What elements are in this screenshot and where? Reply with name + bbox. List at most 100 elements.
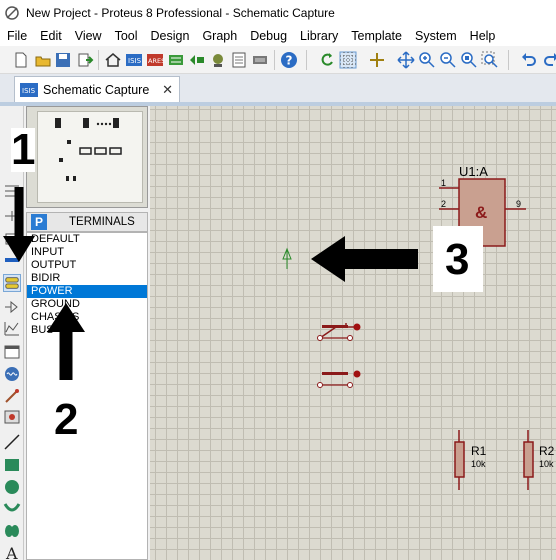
zoom-out-icon[interactable] bbox=[439, 51, 457, 69]
menu-bar: File Edit View Tool Design Graph Debug L… bbox=[0, 26, 556, 46]
overview-preview bbox=[37, 111, 143, 203]
pan-icon[interactable] bbox=[397, 51, 415, 69]
svg-text:A: A bbox=[5, 544, 18, 560]
title-bar: New Project - Proteus 8 Professional - S… bbox=[0, 0, 556, 26]
r2-ref: R2 bbox=[539, 444, 555, 458]
r2-value: 10k bbox=[539, 459, 554, 469]
toolbar: ISIS ARES ? bbox=[0, 46, 556, 74]
gate-pin-9: 9 bbox=[516, 199, 521, 209]
zoom-in-icon[interactable] bbox=[418, 51, 436, 69]
annotation-number-3: 3 bbox=[433, 226, 484, 292]
svg-text:ISIS: ISIS bbox=[22, 87, 36, 95]
terminal-item-input[interactable]: INPUT bbox=[27, 246, 147, 259]
tab-schematic-capture[interactable]: ISIS Schematic Capture ✕ bbox=[14, 76, 180, 102]
terminal-item-ground[interactable]: GROUND bbox=[27, 298, 147, 311]
virtual-instruments-icon[interactable] bbox=[3, 408, 21, 426]
text-script-icon[interactable] bbox=[3, 230, 21, 248]
origin-icon[interactable] bbox=[368, 51, 386, 69]
buses-icon[interactable] bbox=[3, 251, 21, 269]
r1-value: 10k bbox=[471, 459, 486, 469]
zoom-area-icon[interactable] bbox=[481, 51, 499, 69]
tab-strip: ISIS Schematic Capture ✕ bbox=[0, 74, 556, 102]
svg-text:ARES: ARES bbox=[148, 57, 164, 65]
import-icon[interactable] bbox=[76, 51, 94, 69]
schematic-tab-icon: ISIS bbox=[20, 82, 38, 97]
generator-mode-icon[interactable] bbox=[3, 365, 21, 383]
menu-system[interactable]: System bbox=[408, 29, 463, 43]
app-window: New Project - Proteus 8 Professional - S… bbox=[0, 0, 556, 560]
design-explorer-icon[interactable] bbox=[209, 51, 227, 69]
terminals-list: DEFAULT INPUT OUTPUT BIDIR POWER GROUND … bbox=[26, 232, 148, 560]
arc-tool-icon[interactable] bbox=[3, 500, 21, 518]
proteus-logo-icon bbox=[5, 6, 19, 20]
resistor-r1[interactable]: R1 10k bbox=[454, 430, 487, 490]
junction-dot-icon[interactable] bbox=[3, 182, 21, 200]
gate-symbol: & bbox=[475, 203, 487, 222]
undo-icon[interactable] bbox=[520, 51, 538, 69]
bill-of-materials-icon[interactable] bbox=[230, 51, 248, 69]
save-icon[interactable] bbox=[54, 51, 72, 69]
gate-pin-2: 2 bbox=[441, 199, 446, 209]
menu-edit[interactable]: Edit bbox=[33, 29, 68, 43]
voltage-probe-icon[interactable] bbox=[3, 387, 21, 405]
zoom-all-icon[interactable] bbox=[460, 51, 478, 69]
path-tool-icon[interactable] bbox=[3, 522, 21, 540]
tape-recorder-icon[interactable] bbox=[3, 343, 21, 361]
window-title: New Project - Proteus 8 Professional - S… bbox=[26, 6, 335, 20]
help-icon[interactable]: ? bbox=[280, 51, 298, 69]
terminals-mode-icon[interactable] bbox=[3, 274, 21, 292]
3d-viewer-icon[interactable] bbox=[167, 51, 185, 69]
gate-pin-1: 1 bbox=[441, 178, 446, 188]
close-tab-icon[interactable]: ✕ bbox=[162, 82, 173, 98]
menu-template[interactable]: Template bbox=[344, 29, 408, 43]
menu-tool[interactable]: Tool bbox=[108, 29, 144, 43]
menu-help[interactable]: Help bbox=[463, 29, 502, 43]
power-terminal-icon[interactable] bbox=[282, 247, 292, 269]
overview-window[interactable] bbox=[26, 106, 148, 208]
terminal-item-default[interactable]: DEFAULT bbox=[27, 233, 147, 246]
line-tool-icon[interactable] bbox=[3, 433, 21, 451]
annotation-number-2: 2 bbox=[54, 395, 79, 444]
gerber-icon[interactable] bbox=[188, 51, 206, 69]
svg-text:ISIS: ISIS bbox=[128, 57, 142, 65]
schematic-canvas[interactable]: U1:A & 1 2 9 R1 10k R2 10k bbox=[150, 106, 556, 560]
device-pins-icon[interactable] bbox=[3, 298, 21, 316]
gate-ref: U1:A bbox=[459, 164, 488, 179]
text-tool-icon[interactable]: A bbox=[3, 543, 21, 560]
source-code-icon[interactable] bbox=[251, 51, 269, 69]
home-icon[interactable] bbox=[104, 51, 122, 69]
terminal-item-power[interactable]: POWER bbox=[27, 285, 147, 298]
tab-label: Schematic Capture bbox=[43, 82, 150, 97]
refresh-icon[interactable] bbox=[318, 51, 336, 69]
resistor-r2[interactable]: R2 10k bbox=[523, 430, 555, 490]
redo-icon[interactable] bbox=[542, 51, 556, 69]
schematic-icon[interactable]: ISIS bbox=[125, 51, 143, 69]
wire-label-icon[interactable] bbox=[3, 207, 21, 225]
schematic-drawing: U1:A & 1 2 9 R1 10k R2 10k bbox=[282, 164, 555, 490]
pushbutton-2[interactable] bbox=[317, 370, 361, 388]
terminal-item-chassis[interactable]: CHASSIS bbox=[27, 311, 147, 324]
menu-debug[interactable]: Debug bbox=[243, 29, 293, 43]
terminal-item-bus[interactable]: BUS bbox=[27, 324, 147, 337]
menu-graph[interactable]: Graph bbox=[195, 29, 243, 43]
r1-ref: R1 bbox=[471, 444, 487, 458]
terminal-item-output[interactable]: OUTPUT bbox=[27, 259, 147, 272]
graph-mode-icon[interactable] bbox=[3, 320, 21, 338]
toggle-grid-icon[interactable] bbox=[339, 51, 357, 69]
new-file-icon[interactable] bbox=[12, 51, 30, 69]
box-tool-icon[interactable] bbox=[3, 456, 21, 474]
overview-thumbnail-icon bbox=[55, 118, 122, 181]
open-folder-icon[interactable] bbox=[34, 51, 52, 69]
menu-file[interactable]: File bbox=[0, 29, 33, 43]
pcb-layout-icon[interactable]: ARES bbox=[146, 51, 164, 69]
menu-library[interactable]: Library bbox=[293, 29, 344, 43]
circle-tool-icon[interactable] bbox=[3, 478, 21, 496]
menu-view[interactable]: View bbox=[68, 29, 108, 43]
pick-devices-button[interactable]: P bbox=[31, 214, 47, 230]
annotation-number-1: 1 bbox=[11, 125, 36, 174]
pushbutton-1[interactable] bbox=[317, 323, 361, 341]
terminal-item-bidir[interactable]: BIDIR bbox=[27, 272, 147, 285]
mode-toolbar: A bbox=[0, 106, 24, 560]
terminals-panel-header: P TERMINALS bbox=[26, 212, 148, 232]
menu-design[interactable]: Design bbox=[144, 29, 196, 43]
